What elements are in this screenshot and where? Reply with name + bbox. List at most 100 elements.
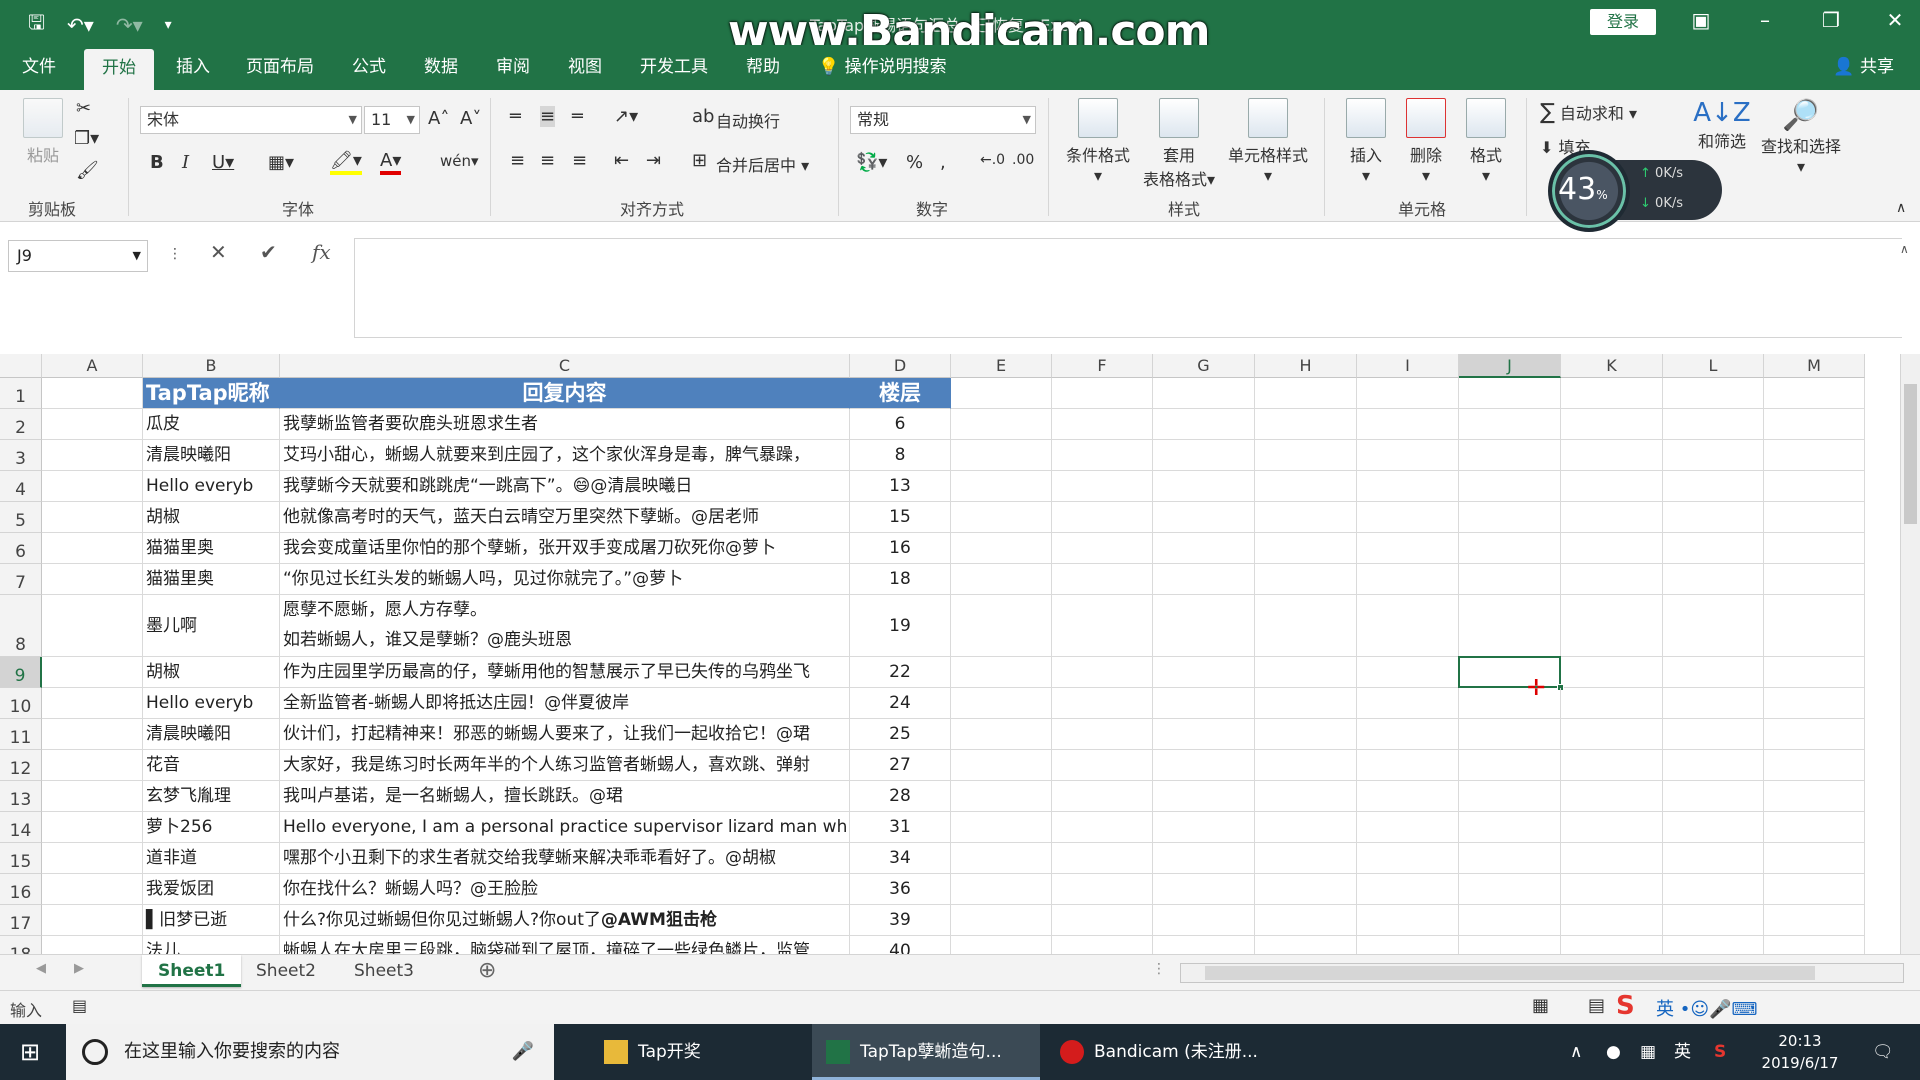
floor-cell[interactable]: 28 xyxy=(850,781,951,812)
italic-icon[interactable]: I xyxy=(182,152,189,173)
tab-formulas[interactable]: 公式 xyxy=(334,45,404,90)
cell[interactable] xyxy=(1561,564,1663,595)
delete-cells-button[interactable]: 删除 ▾ xyxy=(1396,98,1456,185)
cell[interactable] xyxy=(1357,440,1459,471)
cell[interactable] xyxy=(42,874,143,905)
font-color-icon[interactable]: A▾ xyxy=(380,150,402,175)
cell[interactable] xyxy=(1663,688,1764,719)
cell[interactable] xyxy=(1764,378,1865,409)
cell[interactable] xyxy=(1357,564,1459,595)
decrease-indent-icon[interactable]: ⇤ xyxy=(614,150,629,171)
nickname-cell[interactable]: 胡椒 xyxy=(143,657,280,688)
reply-content-cell[interactable]: 你在找什么？蜥蜴人吗？@王脸脸 xyxy=(280,874,850,905)
horizontal-scrollbar[interactable] xyxy=(1180,963,1904,983)
cell[interactable] xyxy=(1052,409,1153,440)
microphone-icon[interactable]: 🎤 xyxy=(512,1024,534,1080)
cell[interactable] xyxy=(1357,781,1459,812)
column-header-m[interactable]: M xyxy=(1764,354,1865,378)
cell[interactable] xyxy=(951,812,1052,843)
taskbar-app-bandicam[interactable]: Bandicam (未注册... xyxy=(1046,1024,1280,1080)
cell[interactable] xyxy=(1153,781,1255,812)
tab-developer[interactable]: 开发工具 xyxy=(622,45,726,90)
row-header-18[interactable]: 18 xyxy=(0,936,42,954)
increase-decimal-icon[interactable]: ←.0 xyxy=(980,152,1005,168)
reply-content-cell[interactable]: 大家好，我是练习时长两年半的个人练习监管者蜥蜴人，喜欢跳、弹射 xyxy=(280,750,850,781)
floor-cell[interactable]: 40 xyxy=(850,936,951,954)
undo-icon[interactable]: ↶▾ xyxy=(67,13,94,37)
cell[interactable] xyxy=(1561,812,1663,843)
customize-qat-icon[interactable]: ▾ xyxy=(165,17,172,33)
tab-help[interactable]: 帮助 xyxy=(728,45,798,90)
taskbar-app-excel[interactable]: TapTap孽蜥造句... xyxy=(812,1024,1040,1080)
cell[interactable] xyxy=(1764,502,1865,533)
font-size-select[interactable]: 11 ▼ xyxy=(364,106,420,134)
cell[interactable] xyxy=(1764,533,1865,564)
floor-cell[interactable]: 19 xyxy=(850,595,951,657)
tell-me-search[interactable]: 💡 操作说明搜索 xyxy=(818,45,947,89)
enter-formula-icon[interactable]: ✔ xyxy=(260,240,277,264)
minimize-icon[interactable]: – xyxy=(1750,8,1780,32)
cell[interactable] xyxy=(1052,812,1153,843)
cell[interactable] xyxy=(42,471,143,502)
cell[interactable] xyxy=(1561,843,1663,874)
floor-cell[interactable]: 39 xyxy=(850,905,951,936)
nickname-cell[interactable]: 道非道 xyxy=(143,843,280,874)
cell[interactable] xyxy=(1561,533,1663,564)
column-header-b[interactable]: B xyxy=(143,354,280,378)
insert-cells-button[interactable]: 插入 ▾ xyxy=(1336,98,1396,185)
cell[interactable] xyxy=(1459,719,1561,750)
column-header-c[interactable]: C xyxy=(280,354,850,378)
cell[interactable] xyxy=(1561,657,1663,688)
cell[interactable] xyxy=(1663,719,1764,750)
cell[interactable] xyxy=(1764,657,1865,688)
nickname-cell[interactable]: 猫猫里奥 xyxy=(143,564,280,595)
cell[interactable] xyxy=(1459,812,1561,843)
cell[interactable] xyxy=(1764,719,1865,750)
align-left-icon[interactable]: ≡ xyxy=(510,150,525,171)
cell[interactable] xyxy=(951,874,1052,905)
sogou-ime-icon[interactable]: S xyxy=(1616,991,1635,1021)
sort-filter-button[interactable]: A↓Z 和筛选 xyxy=(1690,98,1754,152)
cell[interactable] xyxy=(1561,781,1663,812)
cell[interactable] xyxy=(1357,750,1459,781)
row-header-10[interactable]: 10 xyxy=(0,688,42,719)
normal-view-icon[interactable]: ▦ xyxy=(1532,995,1549,1016)
cell[interactable] xyxy=(1052,936,1153,954)
cell[interactable] xyxy=(1561,471,1663,502)
cell[interactable] xyxy=(951,595,1052,657)
cell[interactable] xyxy=(1255,688,1357,719)
cell[interactable] xyxy=(1153,595,1255,657)
cell[interactable] xyxy=(951,936,1052,954)
cell[interactable] xyxy=(1052,564,1153,595)
cell[interactable] xyxy=(1459,440,1561,471)
floor-cell[interactable]: 18 xyxy=(850,564,951,595)
save-icon[interactable]: 🖫 xyxy=(28,8,45,42)
floor-cell[interactable]: 22 xyxy=(850,657,951,688)
restore-icon[interactable]: ❐ xyxy=(1816,8,1846,32)
row-header-4[interactable]: 4 xyxy=(0,471,42,502)
reply-content-cell[interactable]: 伙计们，打起精神来！邪恶的蜥蜴人要来了，让我们一起收拾它！@珺 xyxy=(280,719,850,750)
cell[interactable] xyxy=(42,409,143,440)
page-layout-view-icon[interactable]: ▤ xyxy=(1588,995,1605,1016)
worksheet-grid[interactable]: A B C D E F G H I J K L M 1 TapTap昵称 回复内容 楼层 2 瓜皮 我孽蜥监管者要砍鹿… xyxy=(0,354,1900,954)
collapse-ribbon-icon[interactable]: ∧ xyxy=(1896,200,1906,216)
align-top-icon[interactable]: ═ xyxy=(510,106,521,127)
increase-font-icon[interactable]: A˄ xyxy=(428,108,449,129)
notification-icon[interactable]: 🗨 xyxy=(1872,1024,1894,1080)
cell[interactable] xyxy=(1255,750,1357,781)
cell[interactable] xyxy=(1153,657,1255,688)
align-bottom-icon[interactable]: ═ xyxy=(572,106,583,127)
phonetic-icon[interactable]: wén▾ xyxy=(440,152,479,170)
cell[interactable] xyxy=(42,936,143,954)
nickname-cell[interactable]: Hello everyb xyxy=(143,471,280,502)
row-header-6[interactable]: 6 xyxy=(0,533,42,564)
system-clock[interactable]: 20:13 2019/6/17 xyxy=(1760,1030,1840,1074)
cell[interactable] xyxy=(42,657,143,688)
cell[interactable] xyxy=(1153,564,1255,595)
sheet-tab-2[interactable]: Sheet2 xyxy=(240,955,332,987)
cell[interactable] xyxy=(1255,378,1357,409)
cell[interactable] xyxy=(1153,874,1255,905)
cell[interactable] xyxy=(1052,905,1153,936)
cell[interactable] xyxy=(1764,564,1865,595)
formula-input[interactable] xyxy=(354,238,1902,338)
